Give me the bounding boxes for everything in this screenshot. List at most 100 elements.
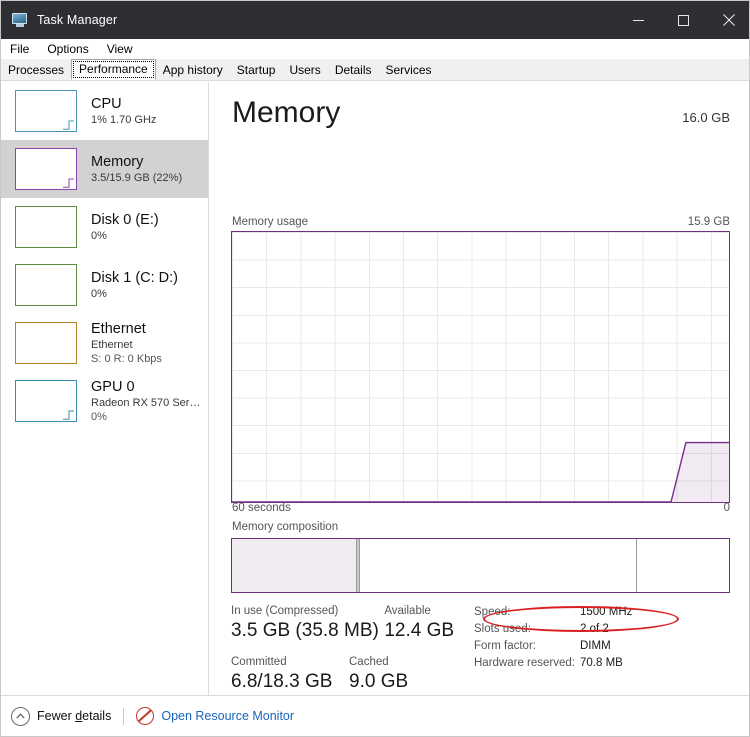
- minimize-button[interactable]: [616, 1, 661, 39]
- stat-row-form-factor: Form factor: DIMM: [474, 638, 744, 655]
- stat-value: 3.5 GB (35.8 MB): [231, 620, 379, 641]
- resource-monitor-icon: [136, 707, 155, 725]
- sidebar-item-detail: 0%: [91, 229, 107, 242]
- stat-value: 2 of 2: [580, 623, 609, 635]
- window-title: Task Manager: [37, 13, 118, 27]
- usage-graph-title: Memory usage: [232, 216, 309, 228]
- total-memory: 16.0 GB: [682, 110, 730, 125]
- graph-axis-labels: 60 seconds 0: [232, 502, 730, 514]
- sidebar-item-label: CPU: [91, 95, 122, 112]
- panel-header: Memory 16.0 GB: [232, 96, 730, 130]
- status-bar: Fewer details Open Resource Monitor: [1, 695, 749, 736]
- tab-users[interactable]: Users: [282, 60, 327, 80]
- sidebar-item-text: Disk 1 (C: D:) 0%: [91, 270, 178, 301]
- sidebar-thumbnail: [15, 380, 77, 422]
- memory-usage-line: [232, 441, 729, 502]
- graph-zero-label: 0: [723, 502, 730, 514]
- resource-sidebar[interactable]: CPU 1% 1.70 GHz Memory 3.5/15.9 GB (22%) Dis…: [1, 82, 209, 697]
- usage-graph-max: 15.9 GB: [687, 216, 730, 228]
- composition-title: Memory composition: [232, 521, 339, 533]
- chevron-up-icon: [11, 706, 30, 726]
- stat-value: 70.8 MB: [580, 657, 623, 669]
- sidebar-item-detail: Ethernet: [91, 338, 133, 351]
- stat-group: In use (Compressed) Available 3.5 GB (35.8…: [231, 604, 461, 643]
- stats-right-column: Speed: 1500 MHz Slots used: 2 of 2 Form fact…: [474, 604, 744, 672]
- maximize-button[interactable]: [661, 1, 706, 39]
- sidebar-item-gpu-0[interactable]: GPU 0 Radeon RX 570 Ser… 0%: [1, 372, 208, 430]
- tab-services[interactable]: Services: [379, 60, 439, 80]
- composition-segment-in-use: [232, 539, 357, 592]
- stat-caption: Available: [384, 605, 431, 617]
- status-separator: [123, 707, 125, 725]
- stat-key: Slots used:: [474, 623, 531, 635]
- sidebar-item-disk-1-c-d[interactable]: Disk 1 (C: D:) 0%: [1, 256, 208, 314]
- sidebar-item-text: CPU 1% 1.70 GHz: [91, 96, 156, 127]
- sidebar-item-text: Ethernet Ethernet S: 0 R: 0 Kbps: [91, 321, 162, 366]
- sidebar-item-label: GPU 0: [91, 378, 135, 395]
- tab-performance[interactable]: Performance: [71, 59, 156, 80]
- menu-bar: File Options View: [1, 39, 749, 59]
- stat-caption: Committed: [231, 656, 287, 668]
- title-bar: Task Manager: [1, 1, 749, 39]
- page-title: Memory: [232, 96, 341, 129]
- tab-processes[interactable]: Processes: [1, 60, 71, 80]
- stat-value: DIMM: [580, 640, 611, 652]
- menu-item-options[interactable]: Options: [38, 39, 97, 59]
- sidebar-item-detail: 3.5/15.9 GB (22%): [91, 171, 183, 184]
- tab-app-history[interactable]: App history: [156, 60, 230, 80]
- stat-key: Form factor:: [474, 640, 536, 652]
- stat-caption: Cached: [349, 656, 389, 668]
- sidebar-item-cpu[interactable]: CPU 1% 1.70 GHz: [1, 82, 208, 140]
- graph-time-label: 60 seconds: [232, 502, 291, 514]
- sidebar-item-label: Disk 1 (C: D:): [91, 269, 178, 286]
- sidebar-item-text: Disk 0 (E:) 0%: [91, 212, 159, 243]
- stat-row-slots-used: Slots used: 2 of 2: [474, 621, 744, 638]
- sidebar-item-disk-0-e[interactable]: Disk 0 (E:) 0%: [1, 198, 208, 256]
- fewer-details-label: Fewer details: [37, 709, 112, 723]
- tab-bar: Processes Performance App history Startup Us…: [1, 59, 749, 81]
- stat-key: Speed:: [474, 606, 511, 618]
- sidebar-thumbnail: [15, 206, 77, 248]
- sidebar-item-memory[interactable]: Memory 3.5/15.9 GB (22%): [1, 140, 208, 198]
- sidebar-item-detail-2: S: 0 R: 0 Kbps: [91, 352, 162, 365]
- composition-label-row: Memory composition: [232, 521, 730, 533]
- memory-panel: Memory 16.0 GB Memory usage 15.9 GB 60 s…: [210, 82, 749, 736]
- sidebar-thumbnail: [15, 322, 77, 364]
- stat-row-speed: Speed: 1500 MHz: [474, 604, 744, 621]
- sidebar-item-detail: 1% 1.70 GHz: [91, 113, 157, 126]
- sidebar-item-label: Memory: [91, 153, 144, 170]
- stat-value: 9.0 GB: [349, 671, 409, 692]
- menu-item-view[interactable]: View: [98, 39, 142, 59]
- stat-key: Hardware reserved:: [474, 657, 575, 669]
- fewer-details-button[interactable]: Fewer details: [11, 706, 112, 726]
- sidebar-item-detail: 0%: [91, 287, 107, 300]
- stat-group: Committed Cached 6.8/18.3 GB 9.0 GB: [231, 655, 461, 694]
- sidebar-item-detail-2: 0%: [91, 410, 107, 423]
- composition-segment-free: [637, 539, 729, 592]
- close-button[interactable]: [706, 1, 749, 39]
- sidebar-thumbnail: [15, 148, 77, 190]
- stat-value: 12.4 GB: [384, 620, 455, 641]
- sidebar-item-text: GPU 0 Radeon RX 570 Ser… 0%: [91, 379, 200, 424]
- memory-composition-bar: [231, 538, 730, 593]
- window-controls: [616, 1, 749, 39]
- stat-value: 6.8/18.3 GB: [231, 671, 333, 692]
- sidebar-item-ethernet[interactable]: Ethernet Ethernet S: 0 R: 0 Kbps: [1, 314, 208, 372]
- memory-usage-graph: [231, 231, 730, 503]
- task-manager-icon: [12, 12, 28, 28]
- menu-item-file[interactable]: File: [1, 39, 38, 59]
- composition-segment-standby: [360, 539, 637, 592]
- tab-startup[interactable]: Startup: [230, 60, 283, 80]
- stat-caption: In use (Compressed): [231, 605, 339, 617]
- resource-monitor-label: Open Resource Monitor: [161, 709, 295, 723]
- open-resource-monitor-link[interactable]: Open Resource Monitor: [136, 707, 294, 725]
- stat-row-hardware-reserved: Hardware reserved: 70.8 MB: [474, 655, 744, 672]
- tab-details[interactable]: Details: [328, 60, 379, 80]
- stat-value: 1500 MHz: [580, 606, 633, 618]
- sidebar-thumbnail: [15, 90, 77, 132]
- task-manager-window: Task Manager File Options View Processes Pe…: [0, 0, 750, 737]
- sidebar-item-detail: Radeon RX 570 Ser…: [91, 396, 201, 409]
- usage-graph-labels: Memory usage 15.9 GB: [232, 216, 730, 228]
- sidebar-item-text: Memory 3.5/15.9 GB (22%): [91, 154, 182, 185]
- sidebar-item-label: Ethernet: [91, 320, 146, 337]
